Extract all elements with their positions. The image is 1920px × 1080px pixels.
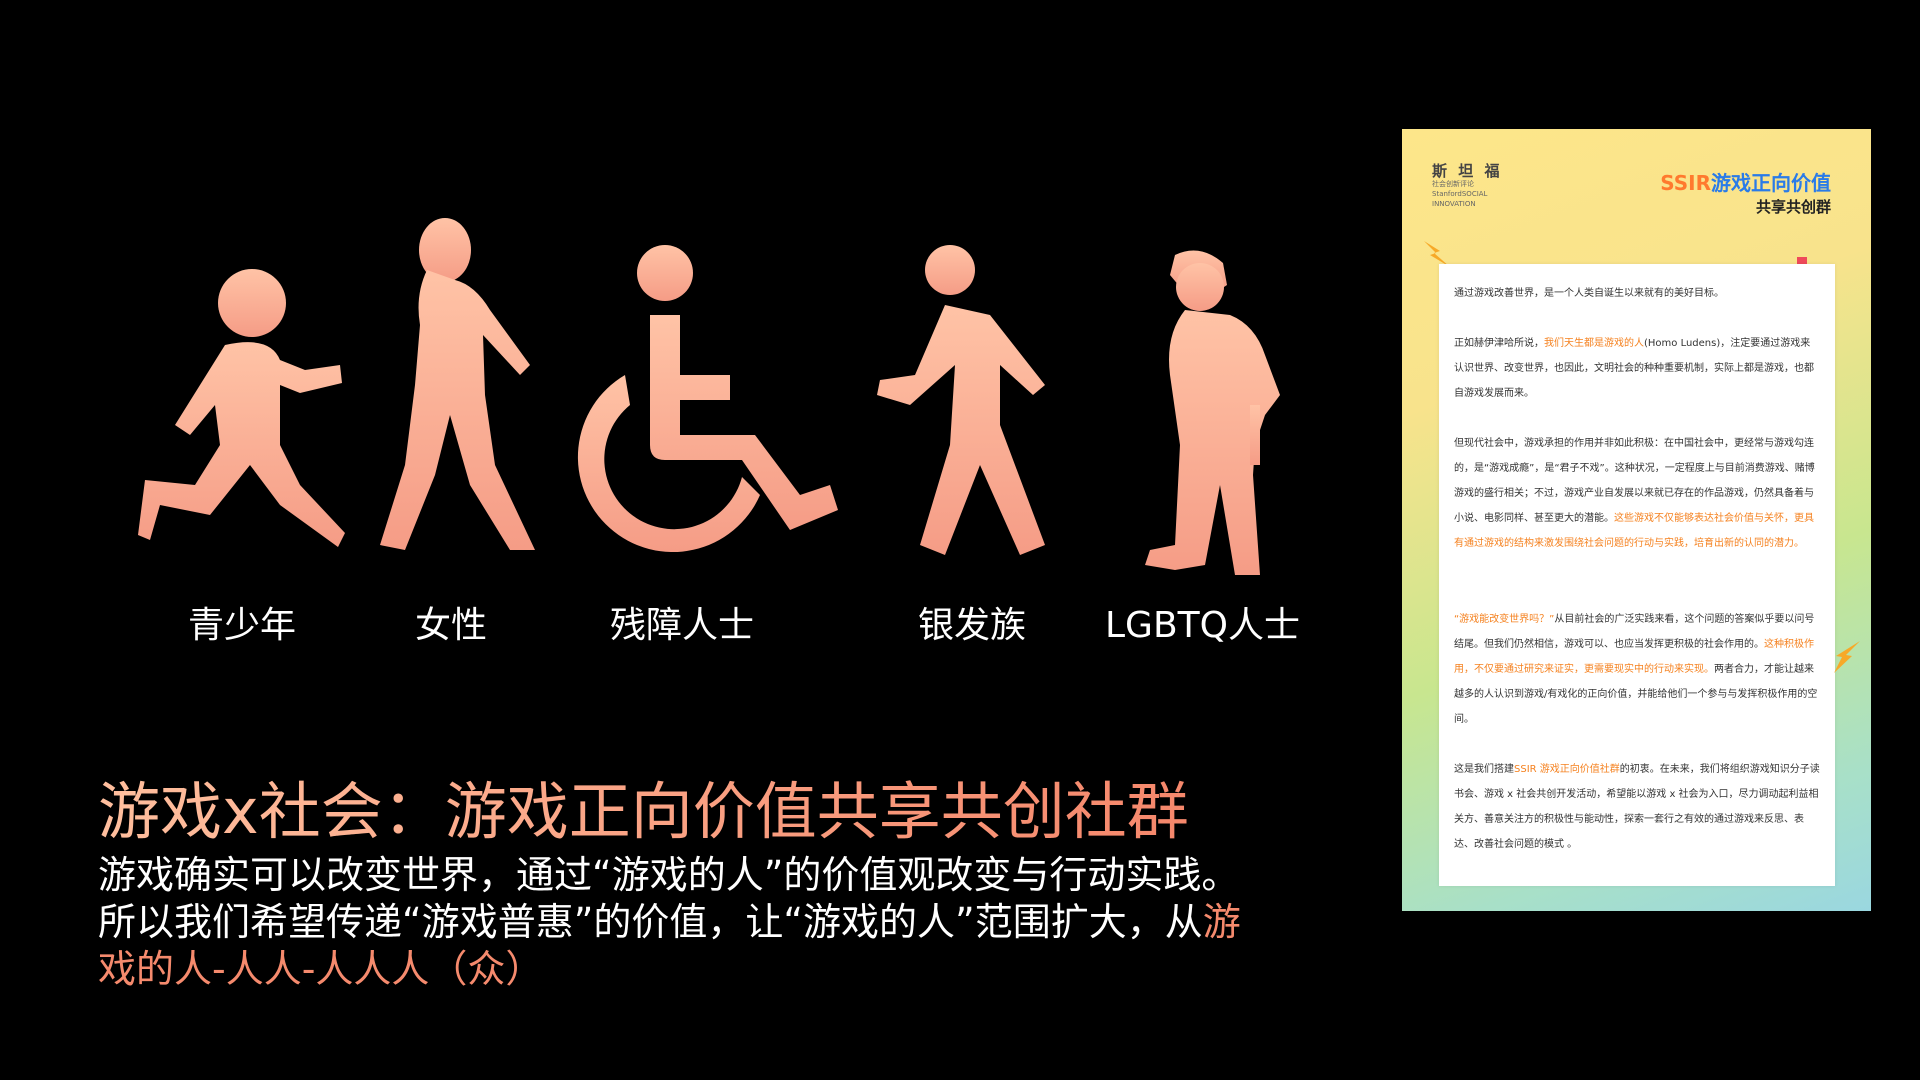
- label-elderly: 银发族: [918, 605, 1027, 646]
- lightning-icon-right: [1834, 641, 1860, 673]
- teen-running-figure-icon: [130, 265, 360, 565]
- body-text-main: 游戏确实可以改变世界，通过“游戏的人”的价值观改变与行动实践。所以我们希望传递“…: [98, 853, 1240, 944]
- woman-walking-figure-icon: [375, 215, 545, 565]
- headline: 游戏x社会：游戏正向价值共享共创社群: [98, 772, 1189, 852]
- label-women: 女性: [415, 605, 488, 646]
- poster-title-b: 游戏正向价值: [1711, 171, 1831, 195]
- poster-title: SSIR游戏正向价值 共享共创群: [1660, 167, 1831, 217]
- lgbtq-person-figure-icon: [1125, 245, 1295, 580]
- poster-subtitle: 共享共创群: [1755, 198, 1831, 216]
- ssir-logo: 斯 坦 福 社会创新评论 StanfordSOCIAL INNOVATION: [1432, 163, 1502, 209]
- poster-p5: 这是我们搭建SSIR 游戏正向价值社群的初衷。在未来，我们将组织游戏知识分子读书…: [1454, 764, 1820, 850]
- label-disabled: 残障人士: [610, 605, 755, 646]
- ssir-poster: 斯 坦 福 社会创新评论 StanfordSOCIAL INNOVATION S…: [1402, 129, 1871, 911]
- label-lgbtq: LGBTQ人士: [1105, 605, 1300, 646]
- poster-p3: 但现代社会中，游戏承担的作用并非如此积极：在中国社会中，更经常与游戏勾连的，是“…: [1454, 438, 1815, 549]
- logo-en2: INNOVATION: [1432, 200, 1476, 208]
- poster-title-a: SSIR: [1660, 171, 1711, 195]
- label-teen: 青少年: [188, 605, 297, 646]
- logo-en1: StanfordSOCIAL: [1432, 190, 1488, 198]
- wheelchair-figure-icon: [570, 245, 840, 565]
- poster-p2: 正如赫伊津哈所说，我们天生都是游戏的人(Homo Ludens)，注定要通过游戏…: [1454, 338, 1814, 399]
- logo-sub: 社会创新评论: [1432, 180, 1474, 188]
- poster-p4: “游戏能改变世界吗？”从目前社会的广泛实践来看，这个问题的答案似乎要以问号结尾。…: [1454, 614, 1818, 725]
- elder-walking-figure-icon: [875, 245, 1075, 565]
- logo-cn: 斯 坦 福: [1432, 162, 1503, 180]
- body-paragraph: 游戏确实可以改变世界，通过“游戏的人”的价值观改变与行动实践。所以我们希望传递“…: [98, 852, 1248, 993]
- poster-p1: 通过游戏改善世界，是一个人类自诞生以来就有的美好目标。: [1454, 288, 1724, 299]
